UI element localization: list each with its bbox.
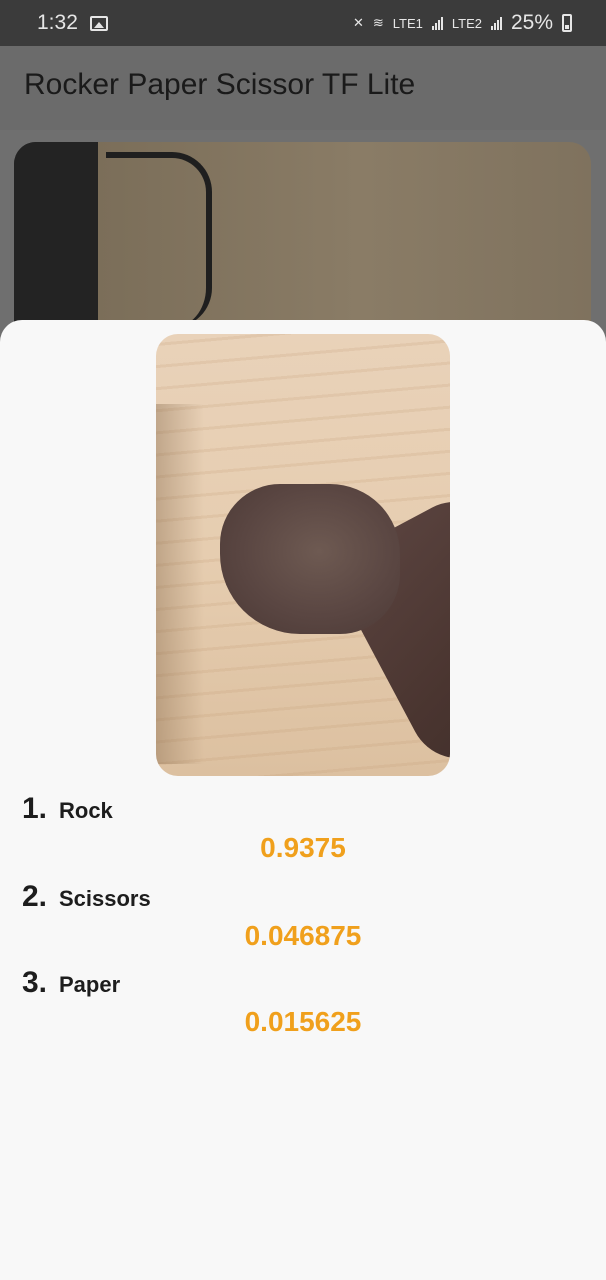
result-rank: 1. <box>22 792 48 825</box>
results-bottom-sheet[interactable]: 1. Rock 0.9375 2. Scissors 0.046875 3. P… <box>0 320 606 1280</box>
captured-image <box>156 334 450 776</box>
app-bar: Rocker Paper Scissor TF Lite <box>0 46 606 130</box>
image-fist <box>220 484 400 634</box>
page-title: Rocker Paper Scissor TF Lite <box>24 68 416 101</box>
result-label: Scissors <box>59 886 151 911</box>
result-rank: 3. <box>22 966 48 999</box>
signal-icon <box>490 16 502 30</box>
result-score: 0.015625 <box>244 1006 362 1037</box>
sim1-label: LTE1 <box>392 15 423 31</box>
status-indicators: ✕ ≋ LTE1 LTE2 25% <box>353 11 572 35</box>
result-score: 0.046875 <box>244 920 362 951</box>
mute-icon: ✕ <box>352 15 364 30</box>
signal-icon <box>431 16 443 30</box>
camera-scene-cable <box>106 152 212 328</box>
status-time: 1:32 <box>37 11 78 34</box>
result-rank: 2. <box>22 880 48 913</box>
result-label: Rock <box>59 798 113 823</box>
gallery-icon <box>89 15 108 31</box>
image-shadow <box>156 404 204 764</box>
result-score: 0.9375 <box>260 832 346 863</box>
sim2-label: LTE2 <box>451 15 482 31</box>
battery-percent: 25% <box>510 11 553 34</box>
status-bar: 1:32 ✕ ≋ LTE1 LTE2 25% <box>0 0 606 46</box>
result-label: Paper <box>59 972 121 997</box>
battery-icon <box>562 14 572 32</box>
wifi-icon: ≋ <box>372 15 384 30</box>
